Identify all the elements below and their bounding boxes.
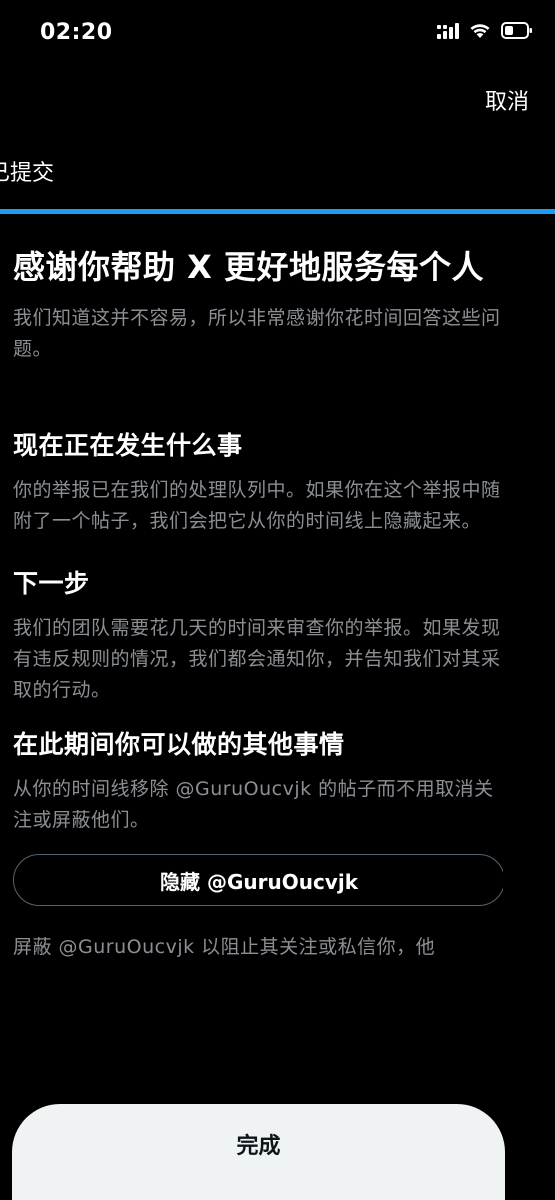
battery-icon — [501, 22, 533, 43]
wifi-icon — [469, 22, 491, 43]
section-heading: 现在正在发生什么事 — [13, 431, 243, 460]
section-body: 你的举报已在我们的处理队列中。如果你在这个举报中随附了一个帖子，我们会把它从你的… — [13, 479, 501, 532]
section-other-actions: 在此期间你可以做的其他事情 从你的时间线移除 @GuruOucvjk 的帖子而不… — [13, 728, 503, 836]
report-confirmation-content: 感谢你帮助 X 更好地服务每个人 我们知道这并不容易，所以非常感谢你花时间回答这… — [13, 240, 503, 1070]
section-heading: 下一步 — [13, 569, 90, 598]
section-heading: 在此期间你可以做的其他事情 — [13, 730, 345, 759]
section-next-steps: 下一步 我们的团队需要花几天的时间来审查你的举报。如果发现有违反规则的情况，我们… — [13, 567, 503, 706]
page-subtitle: 我们知道这并不容易，所以非常感谢你花时间回答这些问题。 — [13, 307, 501, 360]
scroll-fade-overlay — [0, 1040, 555, 1080]
page-title: 感谢你帮助 X 更好地服务每个人 — [13, 248, 484, 286]
status-bar: 02:20 — [0, 0, 555, 70]
block-user-description: 屏蔽 @GuruOucvjk 以阻止其关注或私信你，他 — [13, 936, 436, 958]
step-label-submitted: 已提交 — [0, 161, 55, 186]
cancel-button[interactable]: 取消 — [485, 84, 529, 116]
status-icons — [437, 22, 533, 43]
done-button[interactable]: 完成 — [12, 1104, 505, 1200]
hide-user-button[interactable]: 隐藏 @GuruOucvjk — [13, 854, 503, 906]
progress-bar — [0, 209, 555, 214]
section-what-is-happening: 现在正在发生什么事 你的举报已在我们的处理队列中。如果你在这个举报中随附了一个帖… — [13, 429, 503, 537]
section-body: 从你的时间线移除 @GuruOucvjk 的帖子而不用取消关注或屏蔽他们。 — [13, 778, 494, 831]
signal-icon — [437, 22, 459, 43]
status-time: 02:20 — [40, 20, 113, 45]
section-body: 我们的团队需要花几天的时间来审查你的举报。如果发现有违反规则的情况，我们都会通知… — [13, 617, 501, 701]
